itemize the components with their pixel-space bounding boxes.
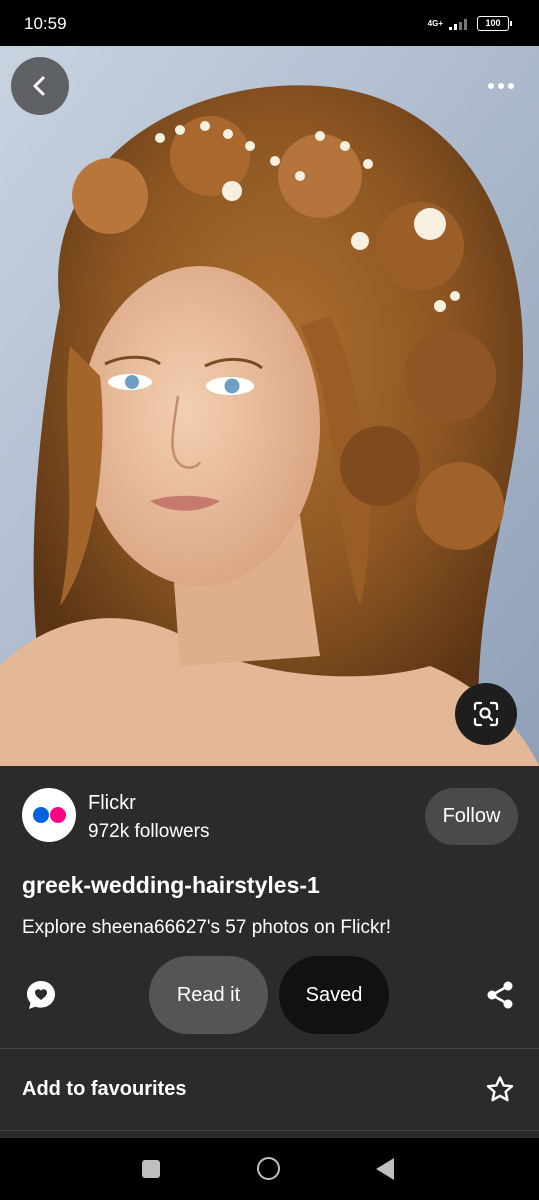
- flickr-logo-icon: [33, 807, 66, 823]
- pin-description: Explore sheena66627's 57 photos on Flick…: [22, 917, 392, 938]
- back-button[interactable]: [11, 57, 69, 115]
- more-dots-icon: [488, 83, 514, 89]
- follow-button[interactable]: Follow: [425, 788, 518, 845]
- battery-icon: 100: [477, 16, 512, 31]
- add-to-favourites-label: Add to favourites: [22, 1078, 187, 1100]
- divider: [0, 1130, 539, 1131]
- star-icon[interactable]: [484, 1074, 516, 1106]
- home-button[interactable]: [257, 1157, 280, 1180]
- system-back-button[interactable]: [376, 1158, 394, 1180]
- divider: [0, 1048, 539, 1049]
- visual-search-button[interactable]: [455, 683, 517, 745]
- visual-search-icon: [473, 701, 499, 727]
- add-to-favourites-row[interactable]: Add to favourites: [0, 1050, 539, 1130]
- more-options-button[interactable]: [481, 70, 521, 102]
- saved-button[interactable]: Saved: [279, 956, 389, 1034]
- source-followers: 972k followers: [88, 821, 210, 842]
- pin-photo: [0, 46, 539, 766]
- read-it-button[interactable]: Read it: [149, 956, 268, 1034]
- comment-heart-icon: [27, 981, 55, 1009]
- signal-icon: [449, 18, 467, 30]
- recents-button[interactable]: [142, 1160, 160, 1178]
- share-icon: [487, 981, 513, 1009]
- status-time: 10:59: [24, 14, 67, 33]
- status-bar: 10:59 4G+ 100: [0, 0, 539, 46]
- system-nav-bar: [0, 1138, 539, 1200]
- comment-button[interactable]: [22, 976, 60, 1014]
- network-label: 4G+: [427, 18, 443, 28]
- source-avatar[interactable]: [22, 788, 76, 842]
- status-icons: 4G+ 100: [427, 16, 512, 31]
- back-arrow-icon: [33, 76, 45, 96]
- source-name[interactable]: Flickr: [88, 792, 136, 815]
- share-button[interactable]: [482, 976, 518, 1014]
- pin-title: greek-wedding-hairstyles-1: [22, 872, 320, 898]
- pin-image[interactable]: [0, 46, 539, 766]
